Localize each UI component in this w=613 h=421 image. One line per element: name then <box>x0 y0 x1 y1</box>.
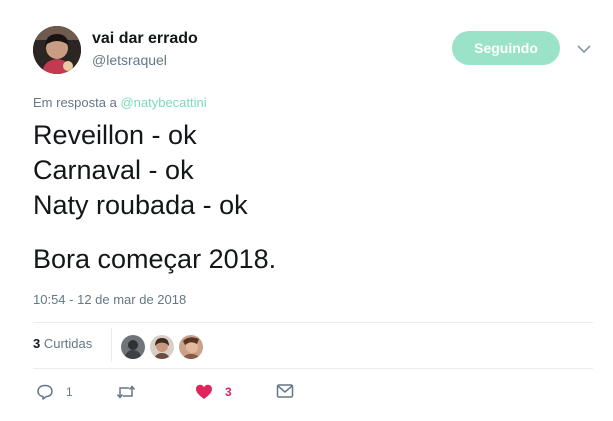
reply-mention-link[interactable]: @natybecattini <box>120 95 206 110</box>
divider <box>33 322 593 323</box>
liker-avatar[interactable] <box>178 334 204 360</box>
author-name[interactable]: vai dar errado <box>92 30 198 48</box>
likes-label: Curtidas <box>43 336 93 351</box>
like-count: 3 <box>225 385 232 399</box>
likes-summary[interactable]: 3 Curtidas <box>33 336 92 351</box>
reply-action[interactable]: 1 <box>36 383 73 401</box>
profile-photo-icon <box>33 26 81 74</box>
tweet-line: Naty roubada - ok <box>33 190 248 220</box>
tweet-line: Bora começar 2018. <box>33 244 277 274</box>
direct-message-action[interactable] <box>276 383 294 399</box>
retweet-icon <box>116 385 136 399</box>
divider <box>111 328 112 362</box>
heart-icon <box>196 384 212 399</box>
reply-context: Em resposta a @natybecattini <box>33 95 207 110</box>
likes-count: 3 <box>33 336 41 351</box>
author-avatar[interactable] <box>33 26 81 74</box>
like-action[interactable]: 3 <box>195 383 232 401</box>
profile-photo-icon <box>179 335 203 359</box>
reply-count: 1 <box>66 385 73 399</box>
author-handle[interactable]: @letsraquel <box>92 52 167 68</box>
tweet-line <box>33 223 583 242</box>
tweet-line: Carnaval - ok <box>33 155 194 185</box>
reply-icon <box>37 384 53 400</box>
tweet-line: Reveillon - ok <box>33 120 197 150</box>
divider <box>33 368 593 369</box>
tweet-timestamp[interactable]: 10:54 - 12 de mar de 2018 <box>33 292 186 307</box>
liker-avatar[interactable] <box>120 334 146 360</box>
liker-avatar[interactable] <box>149 334 175 360</box>
retweet-action[interactable] <box>116 383 148 401</box>
chevron-down-icon[interactable] <box>575 40 593 58</box>
tweet-text: Reveillon - ok Carnaval - ok Naty roubad… <box>33 118 583 277</box>
profile-photo-icon <box>150 335 174 359</box>
envelope-icon <box>276 384 294 398</box>
following-button[interactable]: Seguindo <box>452 31 560 65</box>
profile-photo-icon <box>121 335 145 359</box>
reply-prefix: Em resposta a <box>33 95 117 110</box>
